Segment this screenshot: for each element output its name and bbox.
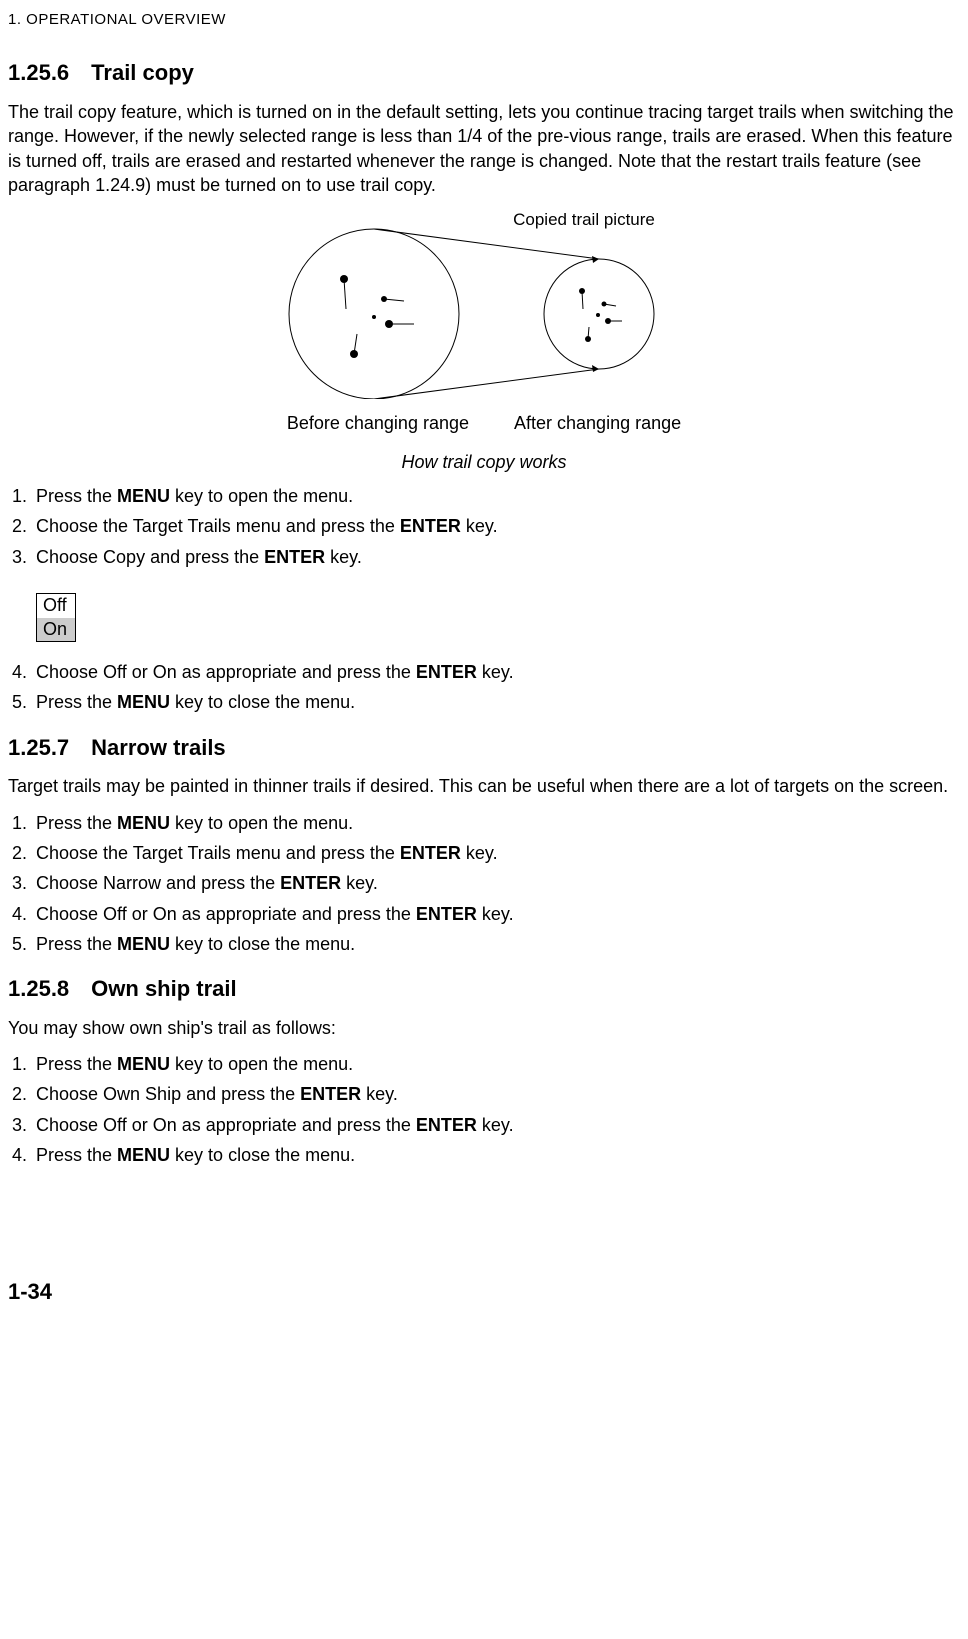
section-number: 1.25.8 [8, 976, 69, 1001]
step-item: Press the MENU key to open the menu. [32, 811, 960, 835]
step-key: ENTER [280, 873, 341, 893]
step-text: Choose Copy and press the [36, 547, 264, 567]
step-text: Press the [36, 1054, 117, 1074]
step-item: Choose Off or On as appropriate and pres… [32, 660, 960, 684]
step-text: key to open the menu. [170, 813, 353, 833]
step-text: Choose the Target Trails menu and press … [36, 843, 400, 863]
step-text: key. [461, 843, 498, 863]
step-text: key to close the menu. [170, 692, 355, 712]
step-item: Press the MENU key to close the menu. [32, 1143, 960, 1167]
step-item: Press the MENU key to close the menu. [32, 932, 960, 956]
section-title: Trail copy [91, 60, 194, 85]
step-text: Press the [36, 486, 117, 506]
step-text: Choose Narrow and press the [36, 873, 280, 893]
section1-steps-a: Press the MENU key to open the menu. Cho… [8, 484, 960, 569]
step-key: MENU [117, 813, 170, 833]
section-title: Narrow trails [91, 735, 226, 760]
step-item: Press the MENU key to open the menu. [32, 1052, 960, 1076]
step-item: Choose Narrow and press the ENTER key. [32, 871, 960, 895]
chapter-header: 1. OPERATIONAL OVERVIEW [8, 10, 960, 30]
figure-label-before: Before changing range [287, 411, 469, 435]
step-key: MENU [117, 1145, 170, 1165]
step-text: key. [477, 662, 514, 682]
step-key: MENU [117, 934, 170, 954]
section3-body: You may show own ship's trail as follows… [8, 1016, 960, 1040]
step-item: Choose Own Ship and press the ENTER key. [32, 1082, 960, 1106]
figure-label-top: Copied trail picture [513, 210, 655, 229]
step-text: key to open the menu. [170, 1054, 353, 1074]
option-on: On [37, 618, 75, 642]
trail-copy-diagram-icon: Copied trail picture [254, 209, 714, 399]
step-text: key to open the menu. [170, 486, 353, 506]
step-item: Choose Off or On as appropriate and pres… [32, 1113, 960, 1137]
step-text: Press the [36, 813, 117, 833]
step-text: key. [361, 1084, 398, 1104]
step-item: Choose Off or On as appropriate and pres… [32, 902, 960, 926]
section2-steps: Press the MENU key to open the menu. Cho… [8, 811, 960, 956]
step-item: Press the MENU key to open the menu. [32, 484, 960, 508]
step-item: Choose the Target Trails menu and press … [32, 841, 960, 865]
page-number: 1-34 [8, 1277, 960, 1307]
step-text: key. [461, 516, 498, 536]
step-key: ENTER [416, 904, 477, 924]
step-text: key to close the menu. [170, 934, 355, 954]
step-text: Choose Off or On as appropriate and pres… [36, 1115, 416, 1135]
option-off: Off [37, 594, 75, 618]
step-text: Press the [36, 934, 117, 954]
step-text: key. [325, 547, 362, 567]
step-text: key to close the menu. [170, 1145, 355, 1165]
step-key: ENTER [300, 1084, 361, 1104]
step-item: Choose the Target Trails menu and press … [32, 514, 960, 538]
step-key: MENU [117, 486, 170, 506]
step-key: MENU [117, 692, 170, 712]
off-on-option-box: Off On [36, 593, 76, 642]
section1-body: The trail copy feature, which is turned … [8, 100, 960, 197]
step-text: key. [477, 1115, 514, 1135]
step-key: ENTER [400, 516, 461, 536]
section2-body: Target trails may be painted in thinner … [8, 774, 960, 798]
step-item: Press the MENU key to close the menu. [32, 690, 960, 714]
section-title: Own ship trail [91, 976, 236, 1001]
section-number: 1.25.6 [8, 60, 69, 85]
step-text: key. [341, 873, 378, 893]
step-item: Choose Copy and press the ENTER key. [32, 545, 960, 569]
step-text: Choose Own Ship and press the [36, 1084, 300, 1104]
step-key: ENTER [400, 843, 461, 863]
step-text: Choose Off or On as appropriate and pres… [36, 662, 416, 682]
step-key: MENU [117, 1054, 170, 1074]
step-text: Choose Off or On as appropriate and pres… [36, 904, 416, 924]
section-heading-trail-copy: 1.25.6 Trail copy [8, 58, 960, 88]
figure-label-after: After changing range [514, 411, 681, 435]
step-text: key. [477, 904, 514, 924]
step-text: Choose the Target Trails menu and press … [36, 516, 400, 536]
step-key: ENTER [416, 1115, 477, 1135]
step-key: ENTER [264, 547, 325, 567]
section-number: 1.25.7 [8, 735, 69, 760]
section-heading-own-ship-trail: 1.25.8 Own ship trail [8, 974, 960, 1004]
figure-caption: How trail copy works [8, 450, 960, 474]
section-heading-narrow-trails: 1.25.7 Narrow trails [8, 733, 960, 763]
step-key: ENTER [416, 662, 477, 682]
section3-steps: Press the MENU key to open the menu. Cho… [8, 1052, 960, 1167]
step-text: Press the [36, 692, 117, 712]
trail-copy-figure: Copied trail picture Before changing ran… [8, 209, 960, 436]
step-text: Press the [36, 1145, 117, 1165]
section1-steps-b: Choose Off or On as appropriate and pres… [8, 660, 960, 715]
